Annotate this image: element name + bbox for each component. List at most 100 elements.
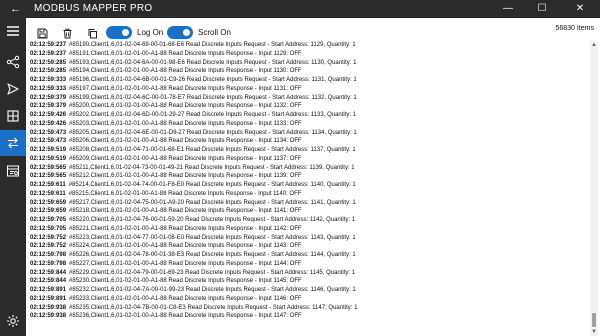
log-row[interactable]: 02:12:59:237 #85190,Client1,6,01-02-04-69… bbox=[30, 41, 585, 50]
log-row[interactable]: 02:12:59:891 #85233,Client1,6,01-02-01-00… bbox=[30, 295, 585, 304]
menu-icon bbox=[7, 26, 19, 36]
log-row[interactable]: 02:12:59:752 #85224,Client1,6,01-02-01-00… bbox=[30, 242, 585, 251]
log-row-timestamp: 02:12:59:752 bbox=[30, 243, 67, 250]
log-row-text: #85190,Client1,6,01-02-04-69-00-01-68-E6… bbox=[69, 42, 356, 48]
log-row[interactable]: 02:12:59:379 #85199,Client1,6,01-02-04-6C… bbox=[30, 94, 585, 103]
log-row[interactable]: 02:12:59:285 #85193,Client1,6,01-02-04-6A… bbox=[30, 59, 585, 68]
log-row[interactable]: 02:12:59:798 #85227,Client1,6,01-02-01-00… bbox=[30, 260, 585, 269]
trash-icon bbox=[63, 28, 71, 38]
log-view-icon bbox=[7, 165, 19, 177]
scrollbar[interactable]: ▲ ▼ bbox=[590, 41, 598, 336]
log-row[interactable]: 02:12:59:565 #85211,Client1,6,01-02-04-73… bbox=[30, 164, 585, 173]
delete-button[interactable] bbox=[59, 25, 75, 41]
sidebar-item-traffic[interactable] bbox=[0, 130, 26, 156]
log-row-text: #85211,Client1,6,01-02-04-73-00-01-49-21… bbox=[69, 164, 355, 171]
log-row-text: #85191,Client1,6,01-02-01-00-A1-88 Read … bbox=[69, 50, 302, 57]
log-row-text: #85236,Client1,6,01-02-01-00-A1-88 Read … bbox=[69, 313, 302, 320]
log-row-text: #85205,Client1,6,01-02-04-6E-00-01-D9-27… bbox=[69, 129, 357, 136]
log-row-timestamp: 02:12:59:798 bbox=[30, 252, 67, 258]
log-row-timestamp: 02:12:59:891 bbox=[30, 287, 67, 293]
log-row-text: #85226,Client1,6,01-02-04-78-00-01-38-E3… bbox=[69, 252, 356, 258]
log-row[interactable]: 02:12:59:611 #85214,Client1,6,01-02-04-74… bbox=[30, 181, 585, 190]
log-row-text: #85217,Client1,6,01-02-04-75-00-01-A9-20… bbox=[69, 199, 356, 206]
log-row-timestamp: 02:12:59:611 bbox=[30, 182, 66, 188]
log-row-text: #85209,Client1,6,01-02-01-00-A1-88 Read … bbox=[69, 155, 302, 162]
log-on-label: Log On bbox=[137, 28, 164, 37]
log-row-timestamp: 02:12:59:473 bbox=[30, 138, 67, 145]
log-row-timestamp: 02:12:59:285 bbox=[30, 68, 67, 75]
log-row[interactable]: 02:12:59:519 #85208,Client1,6,01-02-04-71… bbox=[30, 146, 585, 155]
log-row[interactable]: 02:12:59:844 #85230,Client1,6,01-02-01-00… bbox=[30, 277, 585, 286]
log-row-text: #85233,Client1,6,01-02-01-00-A1-88 Read … bbox=[69, 295, 302, 302]
log-list[interactable]: 02:12:59:237 #85190,Client1,6,01-02-04-69… bbox=[30, 41, 585, 336]
log-row[interactable]: 02:12:59:237 #85191,Client1,6,01-02-01-00… bbox=[30, 50, 585, 59]
log-row[interactable]: 02:12:59:659 #85218,Client1,6,01-02-01-00… bbox=[30, 207, 585, 216]
log-row-timestamp: 02:12:59:705 bbox=[30, 225, 67, 232]
log-row-text: #85199,Client1,6,01-02-04-6C-00-01-78-E7… bbox=[69, 94, 357, 101]
save-button[interactable] bbox=[34, 25, 50, 41]
sidebar-item-settings[interactable] bbox=[0, 308, 26, 334]
log-row[interactable]: 02:12:59:705 #85221,Client1,6,01-02-01-00… bbox=[30, 225, 585, 234]
log-row-timestamp: 02:12:59:426 bbox=[30, 112, 67, 118]
sidebar-item-share[interactable] bbox=[0, 49, 26, 75]
log-row[interactable]: 02:12:59:938 #85235,Client1,6,01-02-04-7B… bbox=[30, 304, 585, 313]
log-row[interactable]: 02:12:59:519 #85209,Client1,6,01-02-01-00… bbox=[30, 155, 585, 164]
log-row-text: #85202,Client1,6,01-02-04-6D-00-01-29-27… bbox=[69, 112, 357, 118]
sidebar-item-grid[interactable] bbox=[0, 103, 26, 129]
log-row-timestamp: 02:12:59:473 bbox=[30, 129, 67, 136]
log-row[interactable]: 02:12:59:611 #85215,Client1,6,01-02-01-00… bbox=[30, 190, 585, 199]
log-row[interactable]: 02:12:59:565 #85212,Client1,6,01-02-01-00… bbox=[30, 172, 585, 181]
log-row-timestamp: 02:12:59:565 bbox=[30, 164, 67, 171]
share-icon bbox=[6, 55, 20, 69]
log-on-toggle[interactable] bbox=[106, 26, 132, 39]
log-row[interactable]: 02:12:59:705 #85220,Client1,6,01-02-04-76… bbox=[30, 216, 585, 225]
log-row-text: #85203,Client1,6,01-02-01-00-A1-88 Read … bbox=[69, 120, 302, 127]
log-row-timestamp: 02:12:59:519 bbox=[30, 147, 67, 153]
sidebar-item-log-view[interactable] bbox=[0, 158, 26, 184]
log-row-text: #85230,Client1,6,01-02-01-00-A1-88 Read … bbox=[69, 278, 302, 285]
scrollbar-thumb[interactable] bbox=[592, 313, 596, 327]
app-title: MODBUS MAPPER PRO bbox=[34, 3, 153, 14]
log-row[interactable]: 02:12:59:379 #85200,Client1,6,01-02-01-00… bbox=[30, 102, 585, 111]
log-row-text: #85235,Client1,6,01-02-04-7B-00-01-C8-E3… bbox=[69, 304, 358, 311]
log-row-timestamp: 02:12:59:705 bbox=[30, 217, 67, 223]
log-row[interactable]: 02:12:59:752 #85223,Client1,6,01-02-04-77… bbox=[30, 234, 585, 243]
log-row[interactable]: 02:12:59:938 #85236,Client1,6,01-02-01-00… bbox=[30, 312, 585, 321]
scroll-up-icon[interactable]: ▲ bbox=[590, 41, 598, 49]
sidebar bbox=[0, 18, 26, 336]
log-row-text: #85194,Client1,6,01-02-01-00-A1-88 Read … bbox=[69, 68, 302, 75]
log-row[interactable]: 02:12:59:333 #85196,Client1,6,01-02-04-6B… bbox=[30, 76, 585, 85]
log-row-timestamp: 02:12:59:237 bbox=[30, 42, 67, 48]
log-row[interactable]: 02:12:59:426 #85202,Client1,6,01-02-04-6D… bbox=[30, 111, 585, 120]
log-row[interactable]: 02:12:59:285 #85194,Client1,6,01-02-01-00… bbox=[30, 67, 585, 76]
log-row-text: #85197,Client1,6,01-02-01-00-A1-88 Read … bbox=[69, 85, 302, 92]
log-row[interactable]: 02:12:59:659 #85217,Client1,6,01-02-04-75… bbox=[30, 199, 585, 208]
close-button[interactable]: ✕ bbox=[570, 1, 590, 17]
log-row-text: #85224,Client1,6,01-02-01-00-A1-88 Read … bbox=[69, 243, 302, 250]
log-row[interactable]: 02:12:59:473 #85205,Client1,6,01-02-04-6E… bbox=[30, 129, 585, 138]
log-row-timestamp: 02:12:59:565 bbox=[30, 173, 67, 180]
scroll-down-icon[interactable]: ▼ bbox=[590, 328, 598, 336]
items-count: 56830 Items bbox=[555, 25, 594, 32]
log-row-text: #85221,Client1,6,01-02-01-00-A1-88 Read … bbox=[69, 225, 302, 232]
log-row[interactable]: 02:12:59:798 #85226,Client1,6,01-02-04-78… bbox=[30, 251, 585, 260]
log-row[interactable]: 02:12:59:333 #85197,Client1,6,01-02-01-00… bbox=[30, 85, 585, 94]
sidebar-item-menu[interactable] bbox=[0, 18, 26, 44]
log-row[interactable]: 02:12:59:891 #85232,Client1,6,01-02-04-7A… bbox=[30, 286, 585, 295]
maximize-button[interactable]: ☐ bbox=[532, 1, 552, 17]
back-button[interactable]: ← bbox=[10, 2, 21, 16]
log-row-text: #85206,Client1,6,01-02-01-00-A1-88 Read … bbox=[69, 138, 302, 145]
title-bar: ← MODBUS MAPPER PRO — ☐ ✕ bbox=[0, 0, 600, 18]
log-row[interactable]: 02:12:59:844 #85229,Client1,6,01-02-04-79… bbox=[30, 269, 585, 278]
log-row[interactable]: 02:12:59:426 #85203,Client1,6,01-02-01-00… bbox=[30, 120, 585, 129]
log-row-text: #85218,Client1,6,01-02-01-00-A1-88 Read … bbox=[69, 208, 302, 215]
copy-icon bbox=[88, 28, 97, 38]
log-row[interactable]: 02:12:59:473 #85206,Client1,6,01-02-01-00… bbox=[30, 137, 585, 146]
log-row-timestamp: 02:12:59:237 bbox=[30, 50, 67, 57]
scroll-on-toggle[interactable] bbox=[167, 26, 193, 39]
log-row-timestamp: 02:12:59:752 bbox=[30, 234, 67, 241]
copy-button[interactable] bbox=[84, 25, 100, 41]
sidebar-item-send[interactable] bbox=[0, 76, 26, 102]
swap-icon bbox=[8, 137, 18, 149]
minimize-button[interactable]: — bbox=[498, 1, 518, 17]
